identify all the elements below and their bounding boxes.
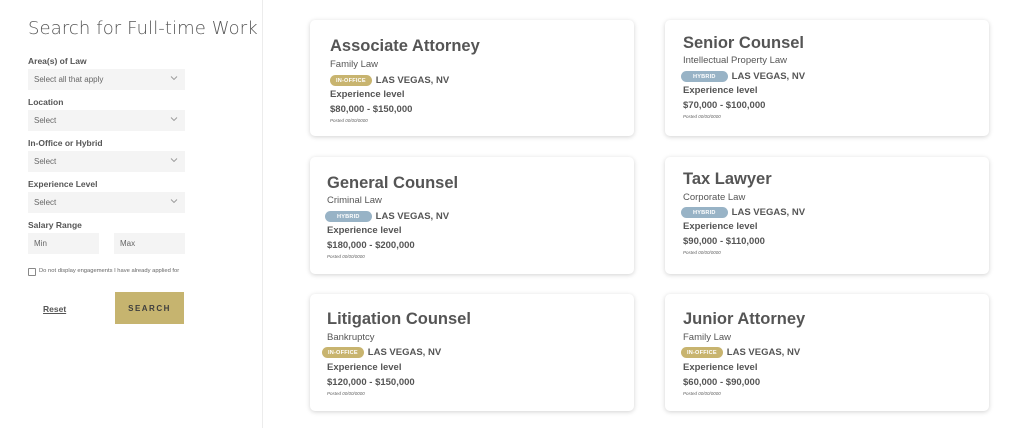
job-location: LAS VEGAS, NV	[726, 347, 801, 358]
job-area: Criminal Law	[327, 195, 382, 206]
job-salary: $180,000 - $200,000	[327, 240, 415, 251]
job-title[interactable]: Junior Attorney	[683, 310, 805, 329]
job-title[interactable]: Associate Attorney	[330, 37, 480, 56]
reset-link[interactable]: Reset	[43, 304, 66, 314]
chevron-down-icon	[170, 76, 178, 81]
job-card[interactable]: Tax Lawyer Corporate Law HYBRID LAS VEGA…	[665, 157, 989, 274]
in-office-badge: IN-OFFICE	[681, 347, 723, 358]
areas-of-law-value: Select all that apply	[34, 75, 104, 84]
job-salary: $80,000 - $150,000	[330, 104, 413, 115]
salary-min-placeholder: Min	[34, 239, 47, 248]
chevron-down-icon	[170, 117, 178, 122]
location-value: Select	[34, 116, 57, 125]
job-area: Family Law	[683, 332, 732, 343]
areas-of-law-select[interactable]: Select all that apply	[28, 69, 185, 90]
in-office-badge: IN-OFFICE	[322, 347, 364, 358]
job-salary: $90,000 - $110,000	[683, 236, 765, 247]
salary-min-input[interactable]: Min	[28, 233, 99, 254]
search-sidebar: Search for Full-time Work Area(s) of Law…	[0, 0, 263, 428]
job-salary: $60,000 - $90,000	[683, 377, 761, 388]
job-card[interactable]: General Counsel Criminal Law HYBRID LAS …	[310, 157, 634, 274]
job-salary: $120,000 - $150,000	[327, 377, 415, 388]
job-experience: Experience level	[327, 225, 402, 236]
job-posted-date: Posted 00/00/0000	[683, 391, 721, 396]
job-title[interactable]: General Counsel	[327, 174, 458, 193]
chevron-down-icon	[170, 199, 178, 204]
job-posted-date: Posted 00/00/0000	[683, 114, 721, 119]
job-location: LAS VEGAS, NV	[731, 207, 806, 218]
hide-applied-checkbox[interactable]	[28, 268, 36, 276]
office-type-value: Select	[34, 157, 57, 166]
job-card[interactable]: Associate Attorney Family Law IN-OFFICE …	[310, 20, 634, 136]
job-title[interactable]: Litigation Counsel	[327, 310, 471, 329]
job-location: LAS VEGAS, NV	[375, 75, 450, 86]
job-salary: $70,000 - $100,000	[683, 100, 766, 111]
search-button[interactable]: SEARCH	[115, 292, 184, 324]
hybrid-badge: HYBRID	[681, 207, 728, 218]
job-area: Family Law	[330, 59, 379, 70]
job-location-row: IN-OFFICE LAS VEGAS, NV	[330, 75, 449, 86]
job-experience: Experience level	[683, 221, 758, 232]
job-location-row: HYBRID LAS VEGAS, NV	[325, 211, 449, 222]
job-experience: Experience level	[683, 85, 758, 96]
job-location: LAS VEGAS, NV	[367, 347, 442, 358]
office-type-label: In-Office or Hybrid	[28, 138, 103, 148]
in-office-badge: IN-OFFICE	[330, 75, 372, 86]
location-label: Location	[28, 97, 64, 107]
job-card[interactable]: Litigation Counsel Bankruptcy IN-OFFICE …	[310, 294, 634, 411]
job-location-row: IN-OFFICE LAS VEGAS, NV	[322, 347, 441, 358]
hybrid-badge: HYBRID	[325, 211, 372, 222]
job-posted-date: Posted 00/00/0000	[330, 118, 368, 123]
job-location: LAS VEGAS, NV	[731, 71, 806, 82]
experience-level-select[interactable]: Select	[28, 192, 185, 213]
job-location-row: HYBRID LAS VEGAS, NV	[681, 71, 805, 82]
chevron-down-icon	[170, 158, 178, 163]
salary-max-placeholder: Max	[120, 239, 136, 248]
salary-range-label: Salary Range	[28, 220, 82, 230]
job-area: Intellectual Property Law	[683, 55, 788, 66]
job-experience: Experience level	[327, 362, 402, 373]
hide-applied-label: Do not display engagements I have alread…	[39, 268, 180, 274]
location-select[interactable]: Select	[28, 110, 185, 131]
job-posted-date: Posted 00/00/0000	[327, 254, 365, 259]
job-experience: Experience level	[330, 89, 405, 100]
job-location-row: IN-OFFICE LAS VEGAS, NV	[681, 347, 800, 358]
job-title[interactable]: Senior Counsel	[683, 34, 804, 53]
office-type-select[interactable]: Select	[28, 151, 185, 172]
experience-level-label: Experience Level	[28, 179, 98, 189]
job-location: LAS VEGAS, NV	[375, 211, 450, 222]
experience-level-value: Select	[34, 198, 57, 207]
job-area: Corporate Law	[683, 192, 746, 203]
job-title[interactable]: Tax Lawyer	[683, 170, 772, 189]
job-posted-date: Posted 00/00/0000	[327, 391, 365, 396]
job-card[interactable]: Senior Counsel Intellectual Property Law…	[665, 20, 989, 136]
hybrid-badge: HYBRID	[681, 71, 728, 82]
areas-of-law-label: Area(s) of Law	[28, 56, 87, 66]
job-card[interactable]: Junior Attorney Family Law IN-OFFICE LAS…	[665, 294, 989, 411]
job-area: Bankruptcy	[327, 332, 375, 343]
sidebar-title: Search for Full-time Work	[28, 18, 258, 39]
job-experience: Experience level	[683, 362, 758, 373]
job-location-row: HYBRID LAS VEGAS, NV	[681, 207, 805, 218]
salary-max-input[interactable]: Max	[114, 233, 185, 254]
job-posted-date: Posted 00/00/0000	[683, 250, 721, 255]
